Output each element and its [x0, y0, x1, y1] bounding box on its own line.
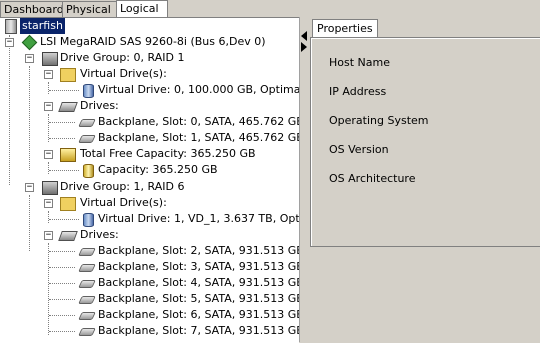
virtual-drive-icon — [83, 213, 94, 227]
tree-node-virtual-drive-1[interactable]: Virtual Drive: 1, VD_1, 3.637 TB, Optima — [0, 211, 299, 227]
controller-icon — [21, 34, 38, 51]
tree-node-virtual-drives[interactable]: − Virtual Drive(s): — [0, 195, 298, 211]
drive-group-label: Drive Group: 1, RAID 6 — [60, 180, 185, 193]
tree-line — [49, 90, 79, 91]
tree-line — [49, 299, 75, 300]
tree-node-physical-drive[interactable]: Backplane, Slot: 6, SATA, 931.513 GB, O — [0, 307, 299, 323]
virtual-drive-icon — [83, 84, 94, 98]
tree-line — [49, 170, 79, 171]
tree-node-server[interactable]: starfish — [2, 18, 292, 34]
capacity-label: Capacity: 365.250 GB — [98, 163, 218, 176]
free-capacity-icon — [60, 148, 76, 162]
physical-drive-label: Backplane, Slot: 1, SATA, 465.762 GB, O — [98, 131, 299, 144]
tree-node-capacity[interactable]: Capacity: 365.250 GB — [0, 162, 298, 178]
collapse-icon[interactable]: − — [25, 54, 34, 63]
folder-icon — [60, 68, 76, 82]
pane-splitter[interactable] — [299, 17, 308, 342]
drives-label: Drives: — [80, 99, 119, 112]
collapse-icon[interactable]: − — [44, 231, 53, 240]
tree-node-physical-drive[interactable]: Backplane, Slot: 2, SATA, 931.513 GB, O — [0, 243, 299, 259]
tree-node-drive-group-1[interactable]: − Drive Group: 1, RAID 6 — [0, 179, 298, 195]
disk-icon — [78, 328, 96, 336]
tree-line — [49, 315, 75, 316]
disk-icon — [78, 312, 96, 320]
tree-line — [49, 251, 75, 252]
drive-group-icon — [42, 181, 58, 195]
operating-system-label: Operating System — [329, 114, 429, 127]
properties-panel: Properties Host Name IP Address Operatin… — [308, 17, 540, 342]
tree-node-free-capacity[interactable]: − Total Free Capacity: 365.250 GB — [0, 146, 298, 162]
tab-properties[interactable]: Properties — [312, 19, 378, 37]
tree-line — [49, 267, 75, 268]
tree-node-virtual-drive-0[interactable]: Virtual Drive: 0, 100.000 GB, Optimal — [0, 82, 299, 98]
disk-icon — [78, 264, 96, 272]
disk-icon — [78, 280, 96, 288]
disk-icon — [78, 119, 96, 127]
host-name-label: Host Name — [329, 56, 390, 69]
physical-drive-label: Backplane, Slot: 2, SATA, 931.513 GB, O — [98, 244, 299, 257]
disk-icon — [78, 248, 96, 256]
server-icon — [5, 19, 17, 34]
properties-box: Host Name IP Address Operating System OS… — [310, 37, 540, 247]
virtual-drives-label: Virtual Drive(s): — [80, 67, 167, 80]
view-tabs: Dashboard Physical Logical — [0, 0, 540, 18]
tree-node-drive-group-0[interactable]: − Drive Group: 0, RAID 1 — [0, 50, 298, 66]
server-label: starfish — [20, 18, 65, 34]
tree-node-physical-drive[interactable]: Backplane, Slot: 3, SATA, 931.513 GB, O — [0, 259, 299, 275]
tree-node-physical-drive[interactable]: Backplane, Slot: 5, SATA, 931.513 GB, O — [0, 291, 299, 307]
tree-line — [49, 331, 75, 332]
drive-group-label: Drive Group: 0, RAID 1 — [60, 51, 185, 64]
tab-physical[interactable]: Physical — [62, 1, 118, 17]
collapse-icon[interactable]: − — [5, 38, 14, 47]
collapse-right-icon[interactable] — [301, 42, 307, 52]
tree-node-physical-drive[interactable]: Backplane, Slot: 0, SATA, 465.762 GB, O — [0, 114, 299, 130]
tree-line — [49, 122, 75, 123]
collapse-icon[interactable]: − — [25, 183, 34, 192]
virtual-drives-label: Virtual Drive(s): — [80, 196, 167, 209]
disk-icon — [78, 296, 96, 304]
tree-node-physical-drive[interactable]: Backplane, Slot: 4, SATA, 931.513 GB, O — [0, 275, 299, 291]
tree-node-virtual-drives[interactable]: − Virtual Drive(s): — [0, 66, 298, 82]
tree-node-drives[interactable]: − Drives: — [0, 227, 298, 243]
collapse-icon[interactable]: − — [44, 70, 53, 79]
folder-icon — [60, 197, 76, 211]
drives-icon — [58, 102, 78, 112]
tab-dashboard[interactable]: Dashboard — [0, 1, 64, 17]
os-architecture-label: OS Architecture — [329, 172, 416, 185]
physical-drive-label: Backplane, Slot: 7, SATA, 931.513 GB, O — [98, 324, 299, 337]
tree-line — [49, 283, 75, 284]
collapse-left-icon[interactable] — [301, 31, 307, 41]
disk-icon — [78, 135, 96, 143]
collapse-icon[interactable]: − — [44, 102, 53, 111]
tree-node-controller[interactable]: − LSI MegaRAID SAS 9260-8i (Bus 6,Dev 0) — [0, 34, 298, 51]
collapse-icon[interactable]: − — [44, 199, 53, 208]
virtual-drive-label: Virtual Drive: 0, 100.000 GB, Optimal — [98, 83, 299, 96]
physical-drive-label: Backplane, Slot: 5, SATA, 931.513 GB, O — [98, 292, 299, 305]
physical-drive-label: Backplane, Slot: 6, SATA, 931.513 GB, O — [98, 308, 299, 321]
tree-node-physical-drive[interactable]: Backplane, Slot: 7, SATA, 931.513 GB, O — [0, 323, 299, 339]
tree-line — [49, 219, 79, 220]
tree-node-drives[interactable]: − Drives: — [0, 98, 298, 114]
drives-icon — [58, 231, 78, 241]
controller-label: LSI MegaRAID SAS 9260-8i (Bus 6,Dev 0) — [40, 35, 266, 48]
physical-drive-label: Backplane, Slot: 3, SATA, 931.513 GB, O — [98, 260, 299, 273]
drive-group-icon — [42, 52, 58, 66]
tree-node-physical-drive[interactable]: Backplane, Slot: 1, SATA, 465.762 GB, O — [0, 130, 299, 146]
capacity-icon — [83, 164, 94, 178]
drives-label: Drives: — [80, 228, 119, 241]
os-version-label: OS Version — [329, 143, 389, 156]
free-capacity-label: Total Free Capacity: 365.250 GB — [80, 147, 256, 160]
virtual-drive-label: Virtual Drive: 1, VD_1, 3.637 TB, Optima — [98, 212, 299, 225]
tree-line — [49, 138, 75, 139]
collapse-icon[interactable]: − — [44, 150, 53, 159]
tab-logical[interactable]: Logical — [116, 0, 168, 18]
ip-address-label: IP Address — [329, 85, 387, 98]
logical-tree: starfish − LSI MegaRAID SAS 9260-8i (Bus… — [0, 17, 299, 343]
physical-drive-label: Backplane, Slot: 4, SATA, 931.513 GB, O — [98, 276, 299, 289]
physical-drive-label: Backplane, Slot: 0, SATA, 465.762 GB, O — [98, 115, 299, 128]
